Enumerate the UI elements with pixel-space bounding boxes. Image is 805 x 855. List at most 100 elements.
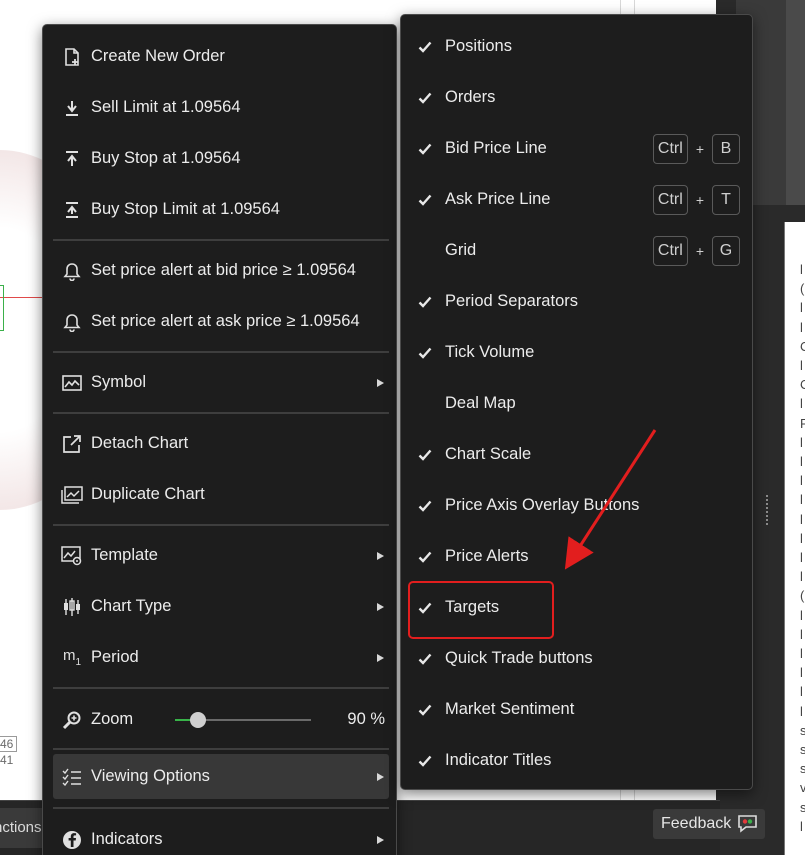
panel-row-text: l: [800, 607, 803, 623]
menu-item-label: Viewing Options: [91, 767, 210, 785]
check-icon: [411, 343, 439, 363]
panel-row-text: l: [800, 569, 803, 585]
shortcut-key: G: [712, 235, 740, 266]
menu-item-label: Period: [91, 648, 139, 666]
panel-row-text: l: [800, 550, 803, 565]
submenu-arrow-icon: [377, 772, 384, 781]
bottom-tab[interactable]: nctions: [0, 808, 46, 848]
menu-item-buy-stop[interactable]: Buy Stop at 1.09564: [53, 133, 389, 184]
menu-item-symbol[interactable]: Symbol: [53, 357, 389, 408]
submenu-arrow-icon: [377, 551, 384, 560]
check-icon: [411, 700, 439, 720]
zoom-slider[interactable]: [175, 710, 311, 730]
menu-item-duplicate-chart[interactable]: Duplicate Chart: [53, 469, 389, 520]
viewing-option-quick-trade-buttons[interactable]: Quick Trade buttons: [409, 633, 746, 684]
viewing-options-submenu: Positions Orders Bid Price Line Ctrl + B Ask P…: [400, 14, 753, 790]
viewing-option-orders[interactable]: Orders: [409, 72, 746, 123]
viewing-option-label: Indicator Titles: [445, 751, 552, 769]
viewing-option-deal-map[interactable]: Deal Map: [409, 378, 746, 429]
bell-icon: [57, 311, 87, 333]
menu-divider: [53, 351, 389, 353]
feedback-button[interactable]: Feedback: [653, 809, 765, 839]
viewing-option-price-alerts[interactable]: Price Alerts: [409, 531, 746, 582]
period-icon: m1: [62, 646, 82, 668]
panel-row-text: l: [800, 626, 803, 642]
shortcut-key: T: [712, 184, 740, 215]
check-icon: [411, 496, 439, 516]
viewing-option-price-axis-overlay-buttons[interactable]: Price Axis Overlay Buttons: [409, 480, 746, 531]
panel-row-text: l: [800, 665, 803, 681]
viewing-option-label: Ask Price Line: [445, 190, 551, 208]
check-icon: [411, 751, 439, 771]
check-icon: [411, 37, 439, 57]
menu-item-chart-type[interactable]: Chart Type: [53, 581, 389, 632]
menu-item-indicators[interactable]: Indicators: [53, 814, 389, 855]
viewing-option-label: Deal Map: [445, 394, 516, 412]
detach-icon: [57, 433, 87, 455]
check-icon: [411, 241, 439, 261]
viewing-option-positions[interactable]: Positions: [409, 21, 746, 72]
viewing-option-label: Chart Scale: [445, 445, 532, 463]
menu-item-viewing-options[interactable]: Viewing Options: [53, 754, 389, 799]
panel-row-text: l: [800, 454, 803, 469]
menu-divider: [53, 412, 389, 414]
panel-row-text: (: [800, 588, 805, 604]
menu-item-create-new-order[interactable]: Create New Order: [53, 31, 389, 82]
menu-item-buy-stop-limit[interactable]: Buy Stop Limit at 1.09564: [53, 184, 389, 235]
shortcut-key: B: [712, 133, 740, 164]
menu-item-alert-bid[interactable]: Set price alert at bid price ≥ 1.09564: [53, 245, 389, 296]
panel-row-text: s: [800, 742, 805, 757]
viewing-option-market-sentiment[interactable]: Market Sentiment: [409, 684, 746, 735]
zoom-slider-handle[interactable]: [190, 711, 207, 728]
new-order-icon: [57, 46, 87, 68]
candlestick-icon: [57, 596, 87, 618]
check-icon: [411, 547, 439, 567]
viewing-option-period-separators[interactable]: Period Separators: [409, 276, 746, 327]
menu-item-label: Create New Order: [91, 47, 225, 65]
viewing-option-tick-volume[interactable]: Tick Volume: [409, 327, 746, 378]
panel-row-text: l: [800, 300, 803, 316]
panel-row-text: s: [800, 799, 805, 815]
duplicate-chart-icon: [57, 484, 87, 506]
viewing-option-indicator-titles[interactable]: Indicator Titles: [409, 735, 746, 786]
menu-item-label: Set price alert at bid price ≥ 1.09564: [91, 261, 356, 279]
menu-item-period[interactable]: m1 Period: [53, 632, 389, 683]
menu-item-label: Chart Type: [91, 597, 172, 615]
panel-row-text: l: [800, 530, 803, 546]
menu-item-label: Detach Chart: [91, 434, 189, 452]
submenu-arrow-icon: [377, 378, 384, 387]
buy-stop-limit-icon: [57, 199, 87, 221]
menu-item-label: Indicators: [91, 830, 163, 848]
shortcut-plus: +: [695, 242, 704, 259]
panel-row-text: C: [800, 377, 805, 393]
check-icon: [411, 139, 439, 159]
shortcut-key: Ctrl: [652, 235, 688, 266]
menu-item-detach-chart[interactable]: Detach Chart: [53, 418, 389, 469]
sell-limit-icon: [57, 97, 87, 119]
viewing-option-bid-price-line[interactable]: Bid Price Line Ctrl + B: [409, 123, 746, 174]
viewing-option-ask-price-line[interactable]: Ask Price Line Ctrl + T: [409, 174, 746, 225]
targets-highlight-box: [408, 581, 554, 639]
viewing-option-label: Price Axis Overlay Buttons: [445, 496, 640, 514]
panel-row-text: l: [800, 703, 803, 719]
menu-item-template[interactable]: Template: [53, 530, 389, 581]
shortcut-key: Ctrl: [652, 133, 688, 164]
chart-context-menu: Create New Order Sell Limit at 1.09564 B…: [42, 24, 397, 855]
menu-item-sell-limit[interactable]: Sell Limit at 1.09564: [53, 82, 389, 133]
check-icon: [411, 445, 439, 465]
viewing-option-chart-scale[interactable]: Chart Scale: [409, 429, 746, 480]
resize-grip[interactable]: [766, 495, 772, 525]
menu-divider: [53, 239, 389, 241]
viewing-options-icon: [57, 766, 87, 788]
viewing-option-label: Quick Trade buttons: [445, 649, 593, 667]
panel-row-text: l: [800, 358, 803, 373]
panel-row-text: l: [800, 396, 803, 412]
panel-scrollbar[interactable]: [786, 0, 805, 205]
menu-item-label: Zoom: [91, 710, 134, 728]
viewing-option-grid[interactable]: Grid Ctrl + G: [409, 225, 746, 276]
bell-icon: [57, 260, 87, 282]
symbol-chart-icon: [57, 372, 87, 394]
menu-divider: [53, 748, 389, 750]
zoom-icon: [57, 709, 87, 731]
menu-item-alert-ask[interactable]: Set price alert at ask price ≥ 1.09564: [53, 296, 389, 347]
